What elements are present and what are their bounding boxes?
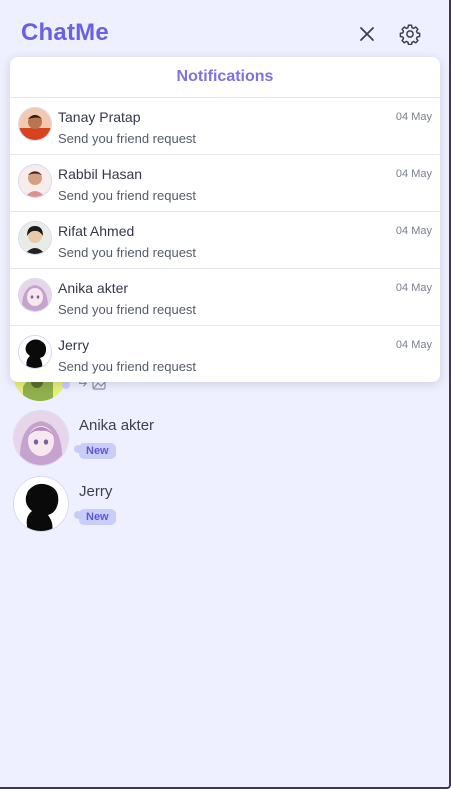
chat-item-anika[interactable]: Anika akter New xyxy=(13,410,154,466)
notification-message: Send you friend request xyxy=(58,359,197,374)
chat-item-jerry[interactable]: Jerry New xyxy=(13,476,116,532)
app-brand: ChatMe xyxy=(21,19,109,46)
new-badge: New xyxy=(79,443,116,459)
notification-name: Rabbil Hasan xyxy=(58,166,143,182)
new-badge: New xyxy=(79,509,116,525)
notification-name: Tanay Pratap xyxy=(58,109,141,125)
chat-name: Anika akter xyxy=(79,417,155,434)
avatar xyxy=(13,476,69,532)
notification-date: 04 May xyxy=(395,225,432,237)
notification-message: Send you friend request xyxy=(58,131,197,146)
notification-message: Send you friend request xyxy=(58,302,197,317)
settings-button[interactable] xyxy=(397,21,423,47)
avatar xyxy=(18,221,52,255)
avatar xyxy=(13,410,69,466)
notifications-title: Notifications xyxy=(10,57,440,98)
avatar xyxy=(18,164,52,198)
avatar xyxy=(18,335,52,369)
notifications-dropdown: Notifications Tanay Pratap Send you frie… xyxy=(10,57,440,382)
chat-panel: ChatMe Anika akter New Jerry New Notific… xyxy=(0,0,451,789)
chat-name: Jerry xyxy=(79,483,113,500)
close-button[interactable] xyxy=(354,21,380,47)
notification-item[interactable]: Rabbil Hasan Send you friend request 04 … xyxy=(10,155,440,212)
notification-item[interactable]: Tanay Pratap Send you friend request 04 … xyxy=(10,98,440,155)
notification-name: Jerry xyxy=(58,337,90,353)
notification-item[interactable]: Anika akter Send you friend request 04 M… xyxy=(10,269,440,326)
notification-message: Send you friend request xyxy=(58,245,197,260)
notification-item[interactable]: Jerry Send you friend request 04 May xyxy=(10,326,440,382)
notification-date: 04 May xyxy=(395,168,432,180)
notification-date: 04 May xyxy=(395,111,432,123)
avatar xyxy=(18,278,52,312)
notification-date: 04 May xyxy=(395,282,432,294)
notification-message: Send you friend request xyxy=(58,188,197,203)
notification-item[interactable]: Rifat Ahmed Send you friend request 04 M… xyxy=(10,212,440,269)
notification-name: Rifat Ahmed xyxy=(58,223,135,239)
close-icon xyxy=(360,27,374,41)
avatar xyxy=(18,107,52,141)
status-dot xyxy=(74,511,82,519)
notification-date: 04 May xyxy=(395,339,432,351)
status-dot xyxy=(74,445,82,453)
notification-name: Anika akter xyxy=(58,280,129,296)
gear-icon xyxy=(399,24,421,45)
